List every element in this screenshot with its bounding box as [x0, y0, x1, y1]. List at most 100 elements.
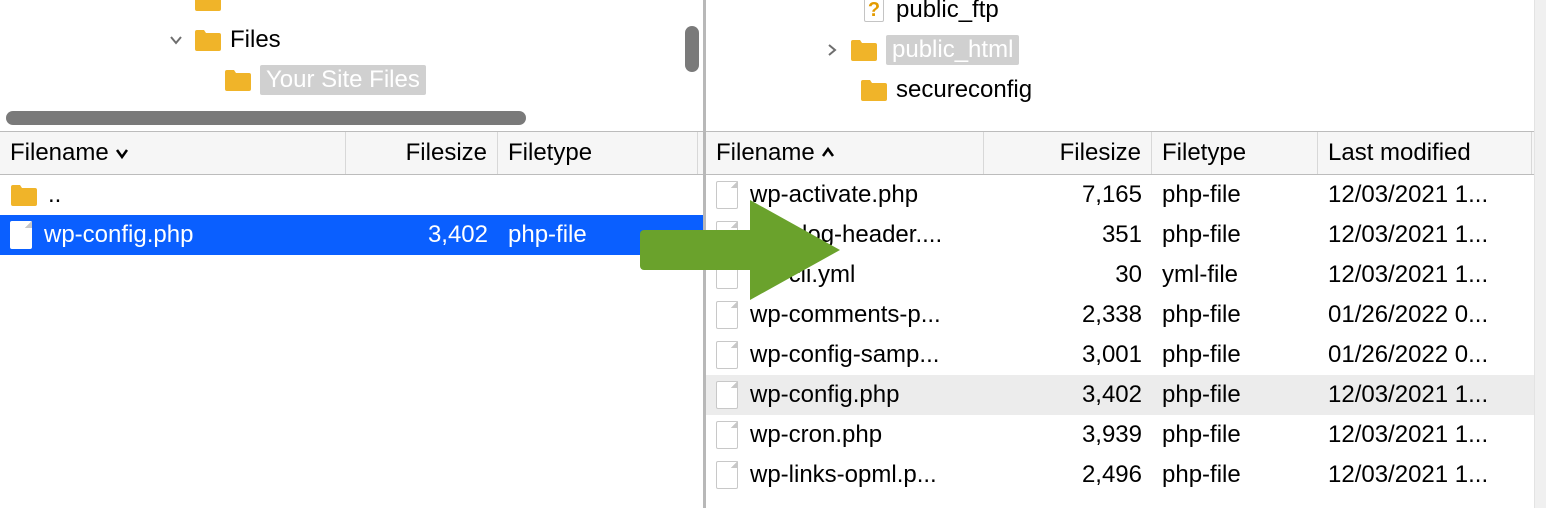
file-icon	[716, 301, 738, 329]
lastmod-label: 12/03/2021 1...	[1318, 221, 1532, 249]
lastmod-label: 12/03/2021 1...	[1318, 181, 1532, 209]
filename-label: wp-cli.yml	[750, 261, 855, 289]
list-item[interactable]: wp-config-samp...3,001php-file01/26/2022…	[706, 335, 1546, 375]
vertical-scrollbar[interactable]	[685, 26, 699, 72]
file-icon	[716, 421, 738, 449]
filesize-label: 2,338	[984, 301, 1152, 329]
list-item[interactable]: wp-links-opml.p... 2,496php-file12/03/202…	[706, 455, 1546, 495]
remote-tree[interactable]: ? public_ftp public_html securecon	[706, 0, 1546, 131]
chevron-down-icon	[115, 146, 129, 160]
tree-label: public_ftp	[896, 0, 999, 24]
header-label: Filesize	[406, 139, 487, 167]
filename-label: wp-activate.php	[750, 181, 918, 209]
local-file-list[interactable]: .. wp-config.php 3,402 php-file	[0, 175, 703, 508]
filesize-label: 3,402	[346, 221, 498, 249]
tree-label: Files	[230, 26, 281, 54]
file-icon	[716, 261, 738, 289]
list-item[interactable]: wp-cron.php 3,939php-file12/03/2021 1...	[706, 415, 1546, 455]
local-column-headers: Filename Filesize Filetype	[0, 131, 703, 175]
folder-icon	[850, 39, 878, 61]
lastmod-label: 12/03/2021 1...	[1318, 461, 1532, 489]
lastmod-label: 12/03/2021 1...	[1318, 381, 1532, 409]
lastmod-label: 01/26/2022 0...	[1318, 341, 1532, 369]
lastmod-label: 12/03/2021 1...	[1318, 421, 1532, 449]
header-filename[interactable]: Filename	[706, 132, 984, 174]
filename-label: wp-cron.php	[750, 421, 882, 449]
lastmod-label: 01/26/2022 0...	[1318, 301, 1532, 329]
filesize-label: 351	[984, 221, 1152, 249]
filetype-label: php-file	[1152, 381, 1318, 409]
header-filename[interactable]: Filename	[0, 132, 346, 174]
local-tree[interactable]: Files Your Site Files	[0, 0, 703, 131]
header-filesize[interactable]: Filesize	[984, 132, 1152, 174]
lastmod-label: 12/03/2021 1...	[1318, 261, 1532, 289]
filename-label: wp-config.php	[44, 221, 193, 249]
tree-item-secureconfig[interactable]: secureconfig	[706, 70, 1546, 110]
filename-label: wp-blog-header....	[750, 221, 942, 249]
question-icon: ?	[860, 0, 888, 24]
folder-icon	[10, 184, 38, 206]
list-item-parent[interactable]: ..	[0, 175, 703, 215]
list-item[interactable]: wp-cli.yml 30yml-file12/03/2021 1...	[706, 255, 1546, 295]
filetype-label: php-file	[1152, 341, 1318, 369]
file-icon	[716, 221, 738, 249]
tree-item-your-site-files[interactable]: Your Site Files	[0, 60, 703, 100]
filetype-label: php-file	[498, 221, 698, 249]
filetype-label: php-file	[1152, 221, 1318, 249]
filename-label: ..	[48, 181, 61, 209]
local-pane: Files Your Site Files Filename File	[0, 0, 706, 508]
header-lastmodified[interactable]: Last modified	[1318, 132, 1532, 174]
header-label: Filename	[10, 139, 109, 167]
filesize-label: 3,402	[984, 381, 1152, 409]
folder-icon	[194, 0, 222, 11]
filesize-label: 3,939	[984, 421, 1152, 449]
tree-item-files[interactable]: Files	[0, 20, 703, 60]
list-item[interactable]: wp-comments-p... 2,338php-file01/26/2022 …	[706, 295, 1546, 335]
vertical-scrollbar[interactable]	[1534, 0, 1546, 508]
filetype-label: php-file	[1152, 421, 1318, 449]
file-icon	[716, 181, 738, 209]
chevron-right-icon[interactable]	[826, 44, 842, 56]
header-filesize[interactable]: Filesize	[346, 132, 498, 174]
filetype-label: php-file	[1152, 301, 1318, 329]
filename-label: wp-config.php	[750, 381, 899, 409]
filesize-label: 2,496	[984, 461, 1152, 489]
tree-item-public-html[interactable]: public_html	[706, 30, 1546, 70]
tree-label: secureconfig	[896, 76, 1032, 104]
header-label: Filename	[716, 139, 815, 167]
filetype-label: php-file	[1152, 461, 1318, 489]
header-label: Filetype	[508, 139, 592, 167]
folder-icon	[194, 29, 222, 51]
header-label: Last modified	[1328, 139, 1471, 167]
folder-icon	[224, 69, 252, 91]
filename-label: wp-links-opml.p...	[750, 461, 937, 489]
remote-pane: ? public_ftp public_html securecon	[706, 0, 1546, 508]
file-icon	[716, 341, 738, 369]
remote-file-list[interactable]: wp-activate.php7,165php-file12/03/2021 1…	[706, 175, 1546, 508]
filetype-label: yml-file	[1152, 261, 1318, 289]
filename-label: wp-config-samp...	[750, 341, 939, 369]
file-icon	[716, 381, 738, 409]
list-item[interactable]: wp-activate.php 7,165php-file12/03/2021 1…	[706, 175, 1546, 215]
tree-label: Your Site Files	[260, 65, 426, 95]
list-item[interactable]: wp-config.php 3,402php-file12/03/2021 1..…	[706, 375, 1546, 415]
filename-label: wp-comments-p...	[750, 301, 941, 329]
chevron-down-icon[interactable]	[170, 34, 186, 46]
header-filetype[interactable]: Filetype	[1152, 132, 1318, 174]
list-item[interactable]: wp-blog-header.... 351php-file12/03/2021 …	[706, 215, 1546, 255]
folder-icon	[860, 79, 888, 101]
tree-item-public-ftp[interactable]: ? public_ftp	[706, 0, 1546, 30]
file-icon	[716, 461, 738, 489]
filesize-label: 30	[984, 261, 1152, 289]
chevron-up-icon	[821, 146, 835, 160]
header-label: Filetype	[1162, 139, 1246, 167]
file-icon	[10, 221, 32, 249]
header-filetype[interactable]: Filetype	[498, 132, 698, 174]
header-label: Filesize	[1060, 139, 1141, 167]
tree-label: public_html	[886, 35, 1019, 65]
filesize-label: 7,165	[984, 181, 1152, 209]
filetype-label: php-file	[1152, 181, 1318, 209]
list-item-wp-config[interactable]: wp-config.php 3,402 php-file	[0, 215, 703, 255]
remote-column-headers: Filename Filesize Filetype Last modified	[706, 131, 1546, 175]
horizontal-scrollbar[interactable]	[6, 111, 526, 125]
